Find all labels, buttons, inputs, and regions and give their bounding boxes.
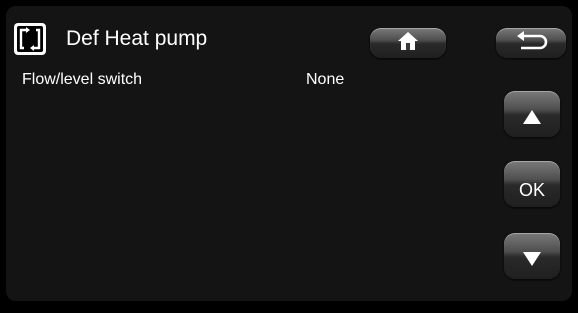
arrow-down-icon [523,242,541,271]
setting-label[interactable]: Flow/level switch [22,71,142,89]
page-title: Def Heat pump [66,27,208,50]
setting-value[interactable]: None [306,71,344,89]
scroll-down-button[interactable] [504,233,560,279]
home-icon [397,31,419,56]
back-button[interactable] [496,28,566,58]
scroll-up-button[interactable] [504,91,560,137]
ok-label: OK [518,179,545,200]
display-screen: Def Heat pump Flow/level switch None OK [6,6,572,301]
arrow-up-icon [523,100,541,129]
ok-button[interactable]: OK [504,161,560,207]
swap-arrows-icon [14,23,46,55]
back-arrow-icon [514,30,548,56]
home-button[interactable] [370,28,446,58]
